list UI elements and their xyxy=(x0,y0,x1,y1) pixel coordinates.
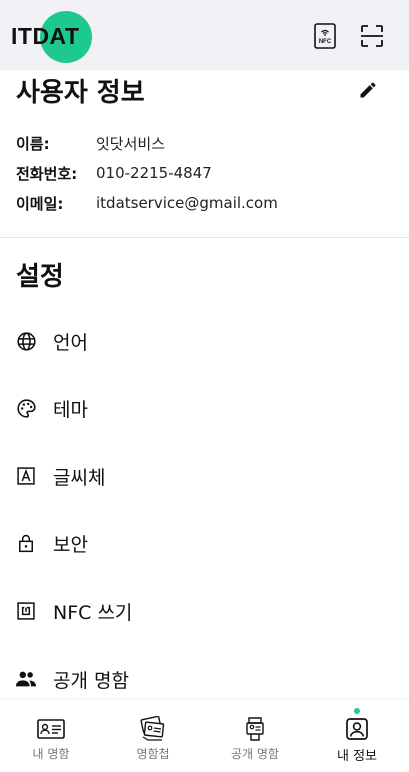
qr-scan-icon xyxy=(361,25,383,47)
setting-item-font[interactable]: 글씨체 xyxy=(0,448,409,504)
nav-item-my-info[interactable]: 내 정보 xyxy=(306,700,408,772)
info-value: itdatservice@gmail.com xyxy=(96,194,278,212)
nfc-icon xyxy=(15,600,37,622)
card-icon xyxy=(36,715,66,743)
nav-item-cardbook[interactable]: 명함첩 xyxy=(102,700,204,772)
nfc-icon-text: NFC xyxy=(319,39,332,45)
people-icon xyxy=(15,668,37,690)
active-indicator-dot xyxy=(354,708,360,714)
info-value: 010-2215-4847 xyxy=(96,164,212,182)
info-label: 이름: xyxy=(16,134,50,153)
setting-label: 글씨체 xyxy=(53,466,106,489)
setting-item-public-card[interactable]: 공개 명함 xyxy=(0,651,409,707)
nav-label: 내 명함 xyxy=(32,747,70,761)
nav-item-public-card[interactable]: 공개 명함 xyxy=(204,700,306,772)
setting-item-security[interactable]: 보안 xyxy=(0,515,409,571)
user-info-title: 사용자 정보 xyxy=(16,78,145,108)
palette-icon xyxy=(15,397,37,419)
scan-button[interactable] xyxy=(358,22,386,50)
settings-title: 설정 xyxy=(16,262,64,292)
info-label: 이메일: xyxy=(16,194,64,213)
nav-label: 공개 명함 xyxy=(231,747,279,761)
info-row-phone: 전화번호: 010-2215-4847 xyxy=(16,161,212,185)
setting-label: 공개 명함 xyxy=(53,669,129,692)
public-card-icon xyxy=(240,715,270,743)
info-value: 잇닷서비스 xyxy=(96,134,166,153)
app-header: ITDAT NFC xyxy=(0,0,409,70)
setting-item-language[interactable]: 언어 xyxy=(0,313,409,369)
cardbook-icon xyxy=(138,715,168,743)
setting-label: 보안 xyxy=(53,533,88,556)
section-divider xyxy=(0,237,409,238)
pencil-icon xyxy=(360,82,376,98)
edit-profile-button[interactable] xyxy=(355,77,381,103)
nfc-phone-icon: NFC xyxy=(314,23,336,49)
setting-item-theme[interactable]: 테마 xyxy=(0,380,409,436)
globe-icon xyxy=(15,330,37,352)
info-row-email: 이메일: itdatservice@gmail.com xyxy=(16,191,278,215)
bottom-nav: 내 명함 명함첩 공개 명함 내 정보 xyxy=(0,700,409,772)
profile-icon xyxy=(342,715,372,743)
setting-label: NFC 쓰기 xyxy=(53,601,133,624)
nav-label: 내 정보 xyxy=(336,749,377,764)
nav-label: 명함첩 xyxy=(136,747,170,761)
setting-label: 언어 xyxy=(53,331,88,354)
app-logo[interactable]: ITDAT xyxy=(11,23,80,50)
nav-item-my-card[interactable]: 내 명함 xyxy=(0,700,102,772)
setting-item-nfc-write[interactable]: NFC 쓰기 xyxy=(0,583,409,639)
setting-label: 테마 xyxy=(53,398,88,421)
info-row-name: 이름: 잇닷서비스 xyxy=(16,131,165,155)
nfc-button[interactable]: NFC xyxy=(311,22,339,50)
font-icon xyxy=(15,465,37,487)
info-label: 전화번호: xyxy=(16,164,78,183)
lock-icon xyxy=(15,532,37,554)
